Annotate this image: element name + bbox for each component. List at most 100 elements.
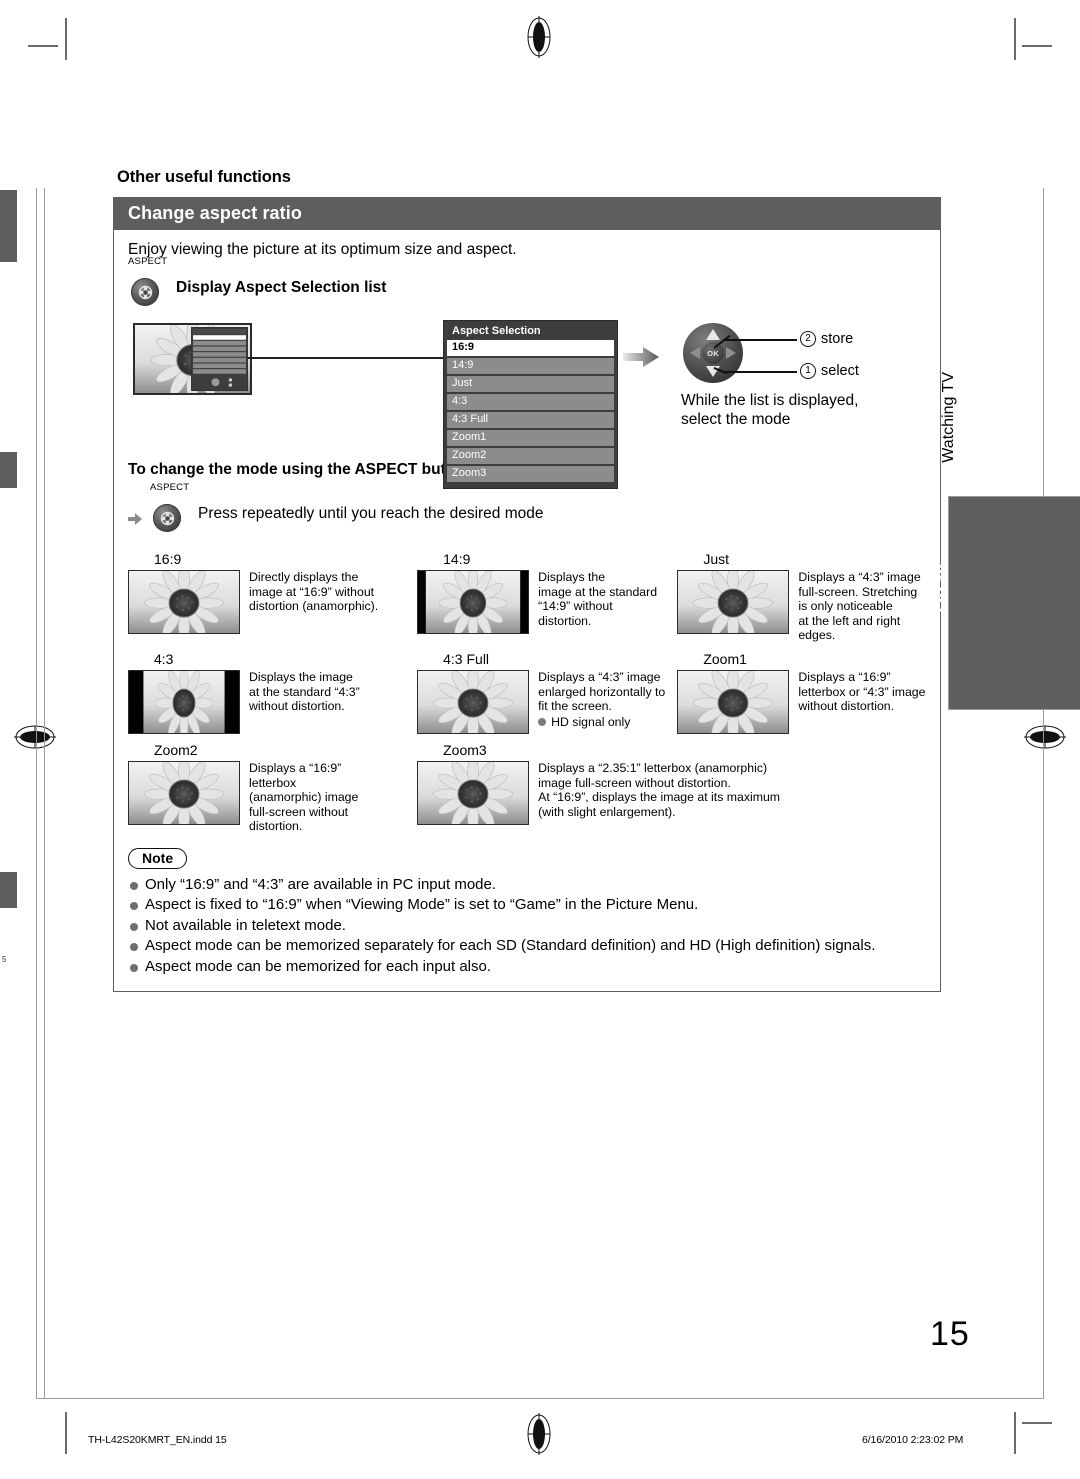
osd-item-zoom1[interactable]: Zoom1 — [447, 430, 614, 446]
note-item: Aspect is fixed to “16:9” when “Viewing … — [128, 895, 926, 916]
osd-item-4-3[interactable]: 4:3 — [447, 394, 614, 410]
chapter-tab-basic: Basic — [927, 496, 1080, 710]
mode-title-zoom1: Zoom1 — [703, 650, 747, 667]
aspect-key-2[interactable]: ASPECT — [150, 482, 189, 533]
mode-desc-just: Displays a “4:3” image full-screen. Stre… — [798, 570, 921, 643]
footer-date: 6/16/2010 2:23:02 PM — [862, 1434, 964, 1446]
mode-desc-16-9: Directly displays the image at “16:9” wi… — [249, 570, 379, 614]
note-item: Only “16:9” and “4:3” are available in P… — [128, 875, 926, 896]
note-item: Not available in teletext mode. — [128, 916, 926, 937]
step-display-aspect-list: ASPECT Display Aspect Selection list — [128, 256, 926, 307]
crop-mark-bottom-left-v — [65, 1412, 67, 1454]
mode-desc-4-3-full: Displays a “4:3” image enlarged horizont… — [538, 669, 666, 714]
osd-title: Aspect Selection — [452, 325, 541, 337]
aspect-glyph-icon-2 — [160, 511, 174, 525]
step-press-aspect: ASPECT Press repeatedly until you reach … — [128, 482, 926, 533]
registration-mark-top — [527, 16, 551, 58]
callout-store-label: store — [821, 331, 854, 347]
page-rule-left — [36, 188, 37, 1399]
page-rule-bottom — [36, 1398, 1044, 1399]
crop-mark-bottom-right-v — [1014, 1412, 1016, 1454]
callout-line-select — [725, 371, 797, 373]
mode-hd-note: HD signal only — [529, 715, 665, 730]
osd-item-16-9[interactable]: 16:9 — [447, 340, 614, 356]
callout-connector-line — [248, 357, 443, 359]
dpad-caption: While the list is displayed, select the … — [681, 392, 859, 428]
crop-mark-top-left-v — [65, 18, 67, 60]
mode-hd-note-text: HD signal only — [551, 714, 631, 729]
mode-title-16-9: 16:9 — [154, 551, 182, 567]
mode-preview-just — [677, 570, 790, 634]
mode-cell-zoom2: Zoom2 Displays a “16:9” letterbox (anamo… — [128, 742, 417, 834]
bullet-arrow-icon — [128, 513, 142, 525]
tv-screen-thumbnail — [133, 323, 252, 395]
mode-cell-just: Just Displays a “4:3” image full-screen.… — [677, 551, 926, 643]
mode-preview-4-3-full — [417, 669, 530, 734]
aspect-button-icon[interactable] — [131, 278, 159, 306]
crop-mark-top-right-h — [1022, 45, 1052, 47]
note-item: Aspect mode can be memorized separately … — [128, 936, 926, 957]
ok-button[interactable]: OK — [702, 342, 724, 364]
note-list: Only “16:9” and “4:3” are available in P… — [128, 875, 926, 978]
mode-preview-4-3 — [128, 669, 240, 734]
aspect-mode-examples: 16:9 Directly displays the image at “16:… — [128, 551, 926, 834]
mode-title-just: Just — [703, 551, 730, 567]
mode-title-14-9: 14:9 — [443, 551, 471, 567]
aspect-glyph-icon — [138, 285, 152, 299]
page-content: Other useful functions Change aspect rat… — [113, 168, 941, 993]
mode-cell-zoom3: Zoom3 Displays a “2.35:1” letterbox (ana… — [417, 742, 926, 834]
chapter-tab-basic-label: Basic — [927, 557, 950, 614]
note-section: Note Only “16:9” and “4:3” are available… — [128, 847, 926, 978]
navigation-pad[interactable]: OK — [683, 323, 745, 385]
panel-lead-text: Enjoy viewing the picture at its optimum… — [128, 241, 517, 258]
chapter-label-watching-tv: Watching TV — [940, 372, 957, 463]
mode-desc-zoom1: Displays a “16:9” letterbox or “4:3” ima… — [798, 669, 926, 714]
page-rule-right — [1043, 188, 1044, 1399]
aspect-selection-osd[interactable]: Aspect Selection 16:9 14:9 Just 4:3 4:3 … — [443, 320, 618, 489]
left-thumb-tab-1 — [0, 190, 17, 262]
crop-mark-bottom-right-h — [1022, 1422, 1052, 1424]
mode-preview-zoom3 — [417, 760, 530, 825]
callout-line-store — [725, 339, 797, 341]
note-badge: Note — [128, 847, 188, 869]
mode-cell-4-3: 4:3 Displays the image at the standard “… — [128, 651, 417, 734]
osd-item-4-3-full[interactable]: 4:3 Full — [447, 412, 614, 428]
aspect-key-caption-1: ASPECT — [128, 256, 168, 267]
aspect-selection-demo: Aspect Selection 16:9 14:9 Just 4:3 4:3 … — [128, 319, 926, 489]
flow-arrow-right-icon — [623, 347, 659, 367]
registration-mark-left — [14, 725, 56, 749]
osd-item-just[interactable]: Just — [447, 376, 614, 392]
mode-cell-zoom1: Zoom1 Displays a “16:9” letterbox or “4:… — [677, 651, 926, 734]
tv-thumbnail-artwork — [135, 325, 250, 393]
osd-item-zoom2[interactable]: Zoom2 — [447, 448, 614, 464]
mode-row-3: Zoom2 Displays a “16:9” letterbox (anamo… — [128, 742, 926, 834]
dpad-body[interactable]: OK — [683, 323, 743, 383]
mode-cell-16-9: 16:9 Directly displays the image at “16:… — [128, 551, 417, 643]
mode-preview-14-9 — [417, 570, 530, 634]
registration-mark-bottom — [527, 1413, 551, 1455]
page-number: 15 — [930, 1315, 970, 1353]
mode-row-2: 4:3 Displays the image at the standard “… — [128, 651, 926, 734]
callout-select-number: 1 — [800, 363, 816, 379]
osd-item-zoom3[interactable]: Zoom3 — [447, 466, 614, 482]
crop-mark-top-right-v — [1014, 18, 1016, 60]
mode-preview-zoom2 — [128, 760, 240, 825]
panel-title: Change aspect ratio — [114, 198, 940, 230]
left-thumb-tab-2 — [0, 452, 17, 488]
aspect-key-caption-2: ASPECT — [150, 482, 190, 493]
callout-select: 1 select — [800, 363, 859, 379]
osd-item-14-9[interactable]: 14:9 — [447, 358, 614, 374]
aspect-button-icon-2[interactable] — [153, 504, 181, 532]
mode-title-4-3: 4:3 — [154, 650, 174, 667]
mode-title-zoom2: Zoom2 — [154, 741, 198, 758]
mode-title-zoom3: Zoom3 — [443, 741, 487, 758]
mode-desc-14-9: Displays the image at the standard “14:9… — [538, 570, 658, 628]
bullet-dot-icon — [538, 718, 547, 727]
callout-store-number: 2 — [800, 331, 816, 347]
mode-preview-16-9 — [128, 570, 240, 634]
side-edge-mark: 5 — [2, 955, 7, 964]
page-rule-inner — [44, 188, 45, 1399]
mode-cell-4-3-full: 4:3 Full Displays a “4:3” image enlarged… — [417, 651, 677, 734]
aspect-key-1[interactable]: ASPECT — [128, 256, 167, 307]
mode-title-4-3-full: 4:3 Full — [443, 650, 490, 667]
